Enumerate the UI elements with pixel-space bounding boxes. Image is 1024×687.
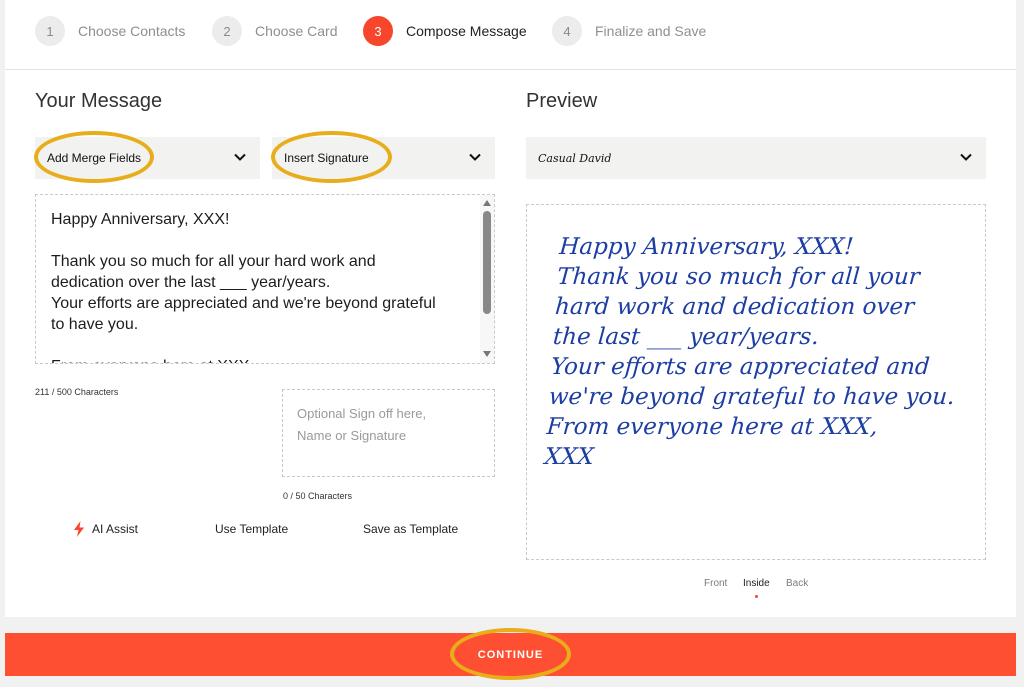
merge-fields-label: Add Merge Fields bbox=[47, 151, 142, 165]
handwriting-font-dropdown[interactable]: Casual David bbox=[526, 137, 986, 179]
card-preview: Happy Anniversary, XXX! Thank you so muc… bbox=[526, 204, 986, 560]
your-message-title: Your Message bbox=[35, 90, 163, 112]
step-number-active: 3 bbox=[363, 16, 393, 46]
insert-signature-dropdown[interactable]: Insert Signature bbox=[272, 137, 495, 179]
signoff-char-count: 0 / 50 Characters bbox=[283, 491, 353, 501]
tab-inside[interactable]: Inside bbox=[743, 578, 770, 589]
continue-button[interactable]: CONTINUE bbox=[5, 633, 1016, 676]
tab-back[interactable]: Back bbox=[786, 578, 808, 589]
active-tab-indicator bbox=[755, 595, 758, 598]
header-divider bbox=[5, 69, 1016, 70]
message-textarea[interactable]: Happy Anniversary, XXX! Thank you so muc… bbox=[35, 194, 495, 364]
step-compose-message[interactable]: 3 Compose Message bbox=[363, 15, 527, 47]
handwriting-font-label: Casual David bbox=[538, 151, 612, 165]
step-choose-card[interactable]: 2 Choose Card bbox=[212, 15, 338, 47]
step-choose-contacts[interactable]: 1 Choose Contacts bbox=[35, 15, 185, 47]
message-scrollbar[interactable] bbox=[480, 195, 494, 363]
compose-card: 1 Choose Contacts 2 Choose Card 3 Compos… bbox=[5, 0, 1016, 617]
step-label: Choose Card bbox=[255, 23, 338, 39]
save-as-template-button[interactable]: Save as Template bbox=[363, 522, 458, 536]
step-finalize-save[interactable]: 4 Finalize and Save bbox=[552, 15, 706, 47]
use-template-button[interactable]: Use Template bbox=[215, 522, 288, 536]
ai-assist-button[interactable]: AI Assist bbox=[73, 521, 138, 537]
preview-title: Preview bbox=[526, 90, 598, 112]
step-label: Compose Message bbox=[406, 23, 527, 39]
merge-fields-dropdown[interactable]: Add Merge Fields bbox=[35, 137, 260, 179]
continue-label: CONTINUE bbox=[477, 648, 544, 661]
insert-signature-label: Insert Signature bbox=[284, 151, 369, 165]
ai-assist-label: AI Assist bbox=[92, 522, 139, 536]
step-number: 1 bbox=[35, 16, 65, 46]
lightning-bolt-icon bbox=[74, 521, 84, 537]
preview-handwriting-text: Happy Anniversary, XXX! Thank you so muc… bbox=[543, 234, 956, 470]
message-text[interactable]: Happy Anniversary, XXX! Thank you so muc… bbox=[51, 209, 451, 363]
chevron-down-icon bbox=[469, 153, 481, 161]
step-number: 4 bbox=[552, 16, 582, 46]
tab-front[interactable]: Front bbox=[704, 578, 727, 589]
chevron-down-icon bbox=[234, 153, 246, 161]
step-number: 2 bbox=[212, 16, 242, 46]
step-label: Finalize and Save bbox=[595, 23, 707, 39]
scroll-thumb[interactable] bbox=[483, 211, 491, 314]
scroll-up-arrow-icon[interactable] bbox=[483, 200, 491, 206]
chevron-down-icon bbox=[960, 153, 972, 161]
message-char-count: 211 / 500 Characters bbox=[35, 387, 119, 397]
step-label: Choose Contacts bbox=[78, 23, 186, 39]
scroll-down-arrow-icon[interactable] bbox=[483, 351, 491, 357]
signoff-input[interactable]: Optional Sign off here, Name or Signatur… bbox=[282, 389, 495, 477]
